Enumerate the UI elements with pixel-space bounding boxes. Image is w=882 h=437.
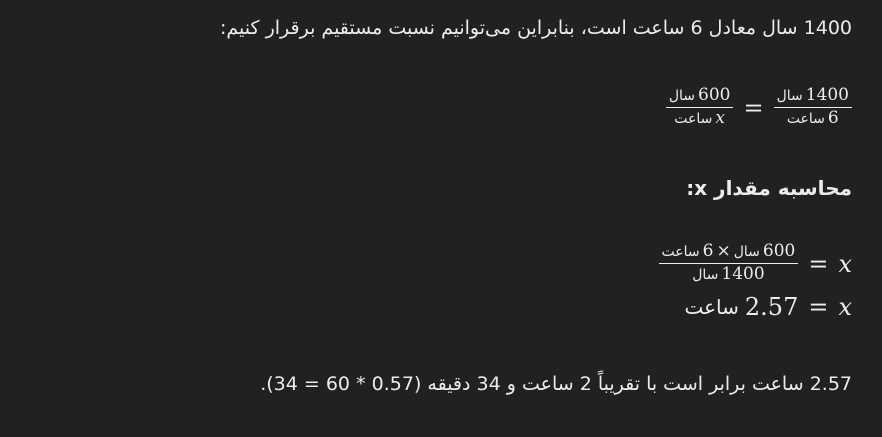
unit-label: سال (776, 88, 803, 104)
times-sign: × (716, 241, 731, 261)
numerator-value: 600 (698, 85, 731, 105)
denominator-value: 6 (827, 108, 839, 128)
unit-label: ساعت (786, 111, 825, 127)
ratio-equation: سال 600 ساعت x = سال 1400 ساعت 6 (665, 85, 852, 129)
numerator-value: 1400 (805, 85, 849, 105)
equals-sign: = (808, 293, 829, 321)
fraction-solve: ساعت 6 × سال 600 سال 1400 (658, 241, 799, 285)
unit-label: سال (733, 244, 760, 260)
conclusion-text: 2.57 ساعت برابر است با تقریباً 2 ساعت و … (260, 373, 852, 395)
unit-label: سال (668, 88, 695, 104)
equals-sign: = (743, 93, 764, 122)
factor-value: 6 (702, 241, 714, 261)
intro-text: 1400 سال معادل 6 ساعت است، بنابراین می‌ت… (220, 17, 852, 39)
solve-equation: ساعت 6 × سال 600 سال 1400 = x (658, 241, 852, 285)
unit-label: ساعت (674, 111, 713, 127)
unit-label: ساعت (684, 295, 739, 319)
factor-value: 600 (762, 241, 796, 261)
equals-sign: = (808, 249, 829, 278)
denominator-variable: x (715, 108, 725, 128)
result-value: 2.57 (744, 293, 799, 321)
fraction-left: سال 600 ساعت x (665, 85, 734, 129)
section-heading: محاسبه مقدار x: (686, 176, 852, 200)
denominator-value: 1400 (721, 264, 765, 284)
fraction-right: سال 1400 ساعت 6 (773, 85, 852, 129)
unit-label: سال (692, 267, 719, 283)
unit-label: ساعت (661, 244, 700, 260)
fraction-bar (773, 107, 852, 108)
variable-x: x (838, 249, 852, 278)
result-equation: ساعت 2.57 = x (684, 293, 852, 321)
variable-x: x (838, 293, 852, 321)
